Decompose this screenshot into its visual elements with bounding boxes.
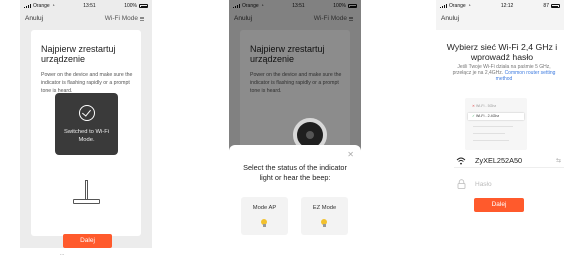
ssid-value: ZyXEL252A50 <box>475 156 523 165</box>
wifi-icon: ◔ <box>51 3 55 9</box>
sheet-question: Select the status of the indicator light… <box>243 163 347 182</box>
cancel-button[interactable]: Anuluj <box>25 15 43 22</box>
password-field[interactable]: Hasło <box>454 178 564 192</box>
toast: Switched to Wi-Fi Mode. <box>55 93 118 155</box>
wifi-icon: ◔ <box>467 3 471 9</box>
mode-switch[interactable]: Wi-Fi Mode <box>105 15 144 22</box>
battery-icon <box>550 4 560 8</box>
band-24ghz-row: ✓ Wi-Fi - 2.4Ghz <box>468 113 524 120</box>
wifi-icon <box>456 157 466 165</box>
next-button[interactable]: Dalej <box>63 234 112 248</box>
bulb-icon <box>321 219 327 227</box>
clock: 13:51 <box>83 3 96 9</box>
password-placeholder: Hasło <box>475 181 492 188</box>
option-mode-ap[interactable]: Mode AP <box>241 197 288 235</box>
option-label: EZ Mode <box>312 205 337 211</box>
instructions-text: Power on the device and make sure the in… <box>41 72 133 94</box>
clock: 12:12 <box>500 3 514 9</box>
status-bar: Orange ◔ 13:51 100% <box>20 1 152 11</box>
image-caption: ... <box>60 251 65 256</box>
battery-label: 100% <box>124 3 137 9</box>
next-button[interactable]: Dalej <box>474 198 524 212</box>
screen-wifi-select: Orange ◔ 12:12 87 Anuluj Wybierz sieć Wi… <box>436 0 564 248</box>
signal-icon <box>24 4 31 8</box>
mode-label: Wi-Fi Mode <box>104 15 138 22</box>
device-illustration <box>69 180 104 208</box>
battery-label: 87 <box>543 3 549 9</box>
bulb-icon <box>261 219 267 227</box>
option-label: Mode AP <box>252 205 277 211</box>
carrier-label: Orange <box>33 3 50 9</box>
settings-icon <box>140 16 144 21</box>
toast-message: Switched to Wi-Fi Mode. <box>63 129 110 143</box>
page-subtitle: Jeśli Twoje Wi-Fi działa na paśmie 5 GHz… <box>448 64 560 82</box>
ssid-field[interactable]: ZyXEL252A50 ⇆ <box>454 154 564 168</box>
switch-icon[interactable]: ⇆ <box>556 157 561 164</box>
close-icon[interactable]: ✕ <box>347 150 354 159</box>
signal-icon <box>440 4 447 8</box>
page-title: Wybierz sieć Wi-Fi 2,4 GHz i wprowadź ha… <box>446 42 558 62</box>
router-settings-link[interactable]: Common router setting method <box>496 70 556 82</box>
cancel-button[interactable]: Anuluj <box>441 15 459 22</box>
band-5ghz-row: ✕ Wi-Fi - 5Ghz <box>472 104 497 108</box>
screen-restart-toast: Orange ◔ 13:51 100% Anuluj Wi-Fi Mode Na… <box>20 0 152 248</box>
carrier-label: Orange <box>449 3 466 9</box>
page-title: Najpierw zrestartuj urządzenie <box>41 44 116 64</box>
status-bar: Orange ◔ 12:12 87 <box>436 1 564 11</box>
battery-icon <box>139 4 148 8</box>
screen-indicator-select: Orange ◔ 13:51 100% Anuluj Wi-Fi Mode Na… <box>229 0 361 248</box>
indicator-sheet: ✕ Select the status of the indicator lig… <box>229 145 361 248</box>
lock-icon <box>457 179 466 189</box>
top-bar: Anuluj Wi-Fi Mode <box>20 13 152 25</box>
router-illustration: ✕ Wi-Fi - 5Ghz ✓ Wi-Fi - 2.4Ghz <box>465 98 527 150</box>
option-ez-mode[interactable]: EZ Mode <box>301 197 348 235</box>
top-bar: Anuluj <box>436 13 564 25</box>
